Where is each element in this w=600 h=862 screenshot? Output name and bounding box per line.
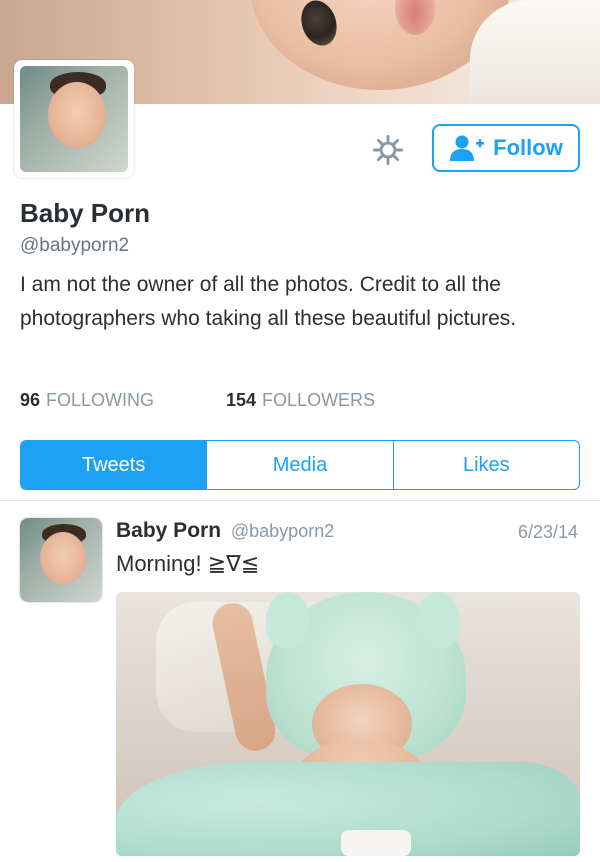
tweet-photo[interactable]: [116, 592, 580, 856]
photo-hood-ear-left: [266, 592, 310, 648]
banner-blanket: [470, 0, 600, 104]
profile-name: Baby Porn: [20, 198, 151, 228]
section-divider: [0, 500, 600, 501]
tweet-avatar[interactable]: [20, 518, 102, 602]
tab-media[interactable]: Media: [206, 441, 392, 489]
avatar-face: [48, 82, 106, 148]
follow-button[interactable]: Follow: [432, 124, 580, 172]
followers-label: FOLLOWERS: [262, 390, 376, 410]
tweet-header: Baby Porn @babyporn2: [116, 519, 334, 543]
gear-icon[interactable]: [372, 134, 404, 166]
tweet-author-name[interactable]: Baby Porn: [116, 519, 221, 542]
photo-hood-ear-right: [416, 592, 460, 648]
following-stat[interactable]: 96 FOLLOWING: [20, 390, 154, 411]
followers-stat[interactable]: 154 FOLLOWERS: [226, 390, 375, 411]
following-count: 96: [20, 390, 41, 410]
tweet-date[interactable]: 6/23/14: [518, 522, 578, 543]
tab-tweets[interactable]: Tweets: [21, 441, 207, 489]
profile-avatar-image: [20, 66, 128, 172]
profile-tabs: Tweets Media Likes: [20, 440, 580, 490]
followers-count: 154: [226, 390, 257, 410]
avatar-face: [40, 532, 86, 584]
add-user-icon: [450, 135, 485, 161]
follow-button-label: Follow: [493, 135, 563, 160]
tab-likes[interactable]: Likes: [392, 441, 579, 489]
tweet-author-handle[interactable]: @babyporn2: [231, 521, 334, 541]
tweet-avatar-image: [20, 518, 102, 602]
profile-handle: @babyporn2: [20, 235, 130, 256]
tweet-text: Morning! ≧∇≦: [116, 551, 260, 576]
photo-diaper: [341, 830, 411, 856]
profile-bio: I am not the owner of all the photos. Cr…: [20, 273, 517, 330]
profile-avatar[interactable]: [14, 60, 134, 178]
following-label: FOLLOWING: [46, 390, 155, 410]
